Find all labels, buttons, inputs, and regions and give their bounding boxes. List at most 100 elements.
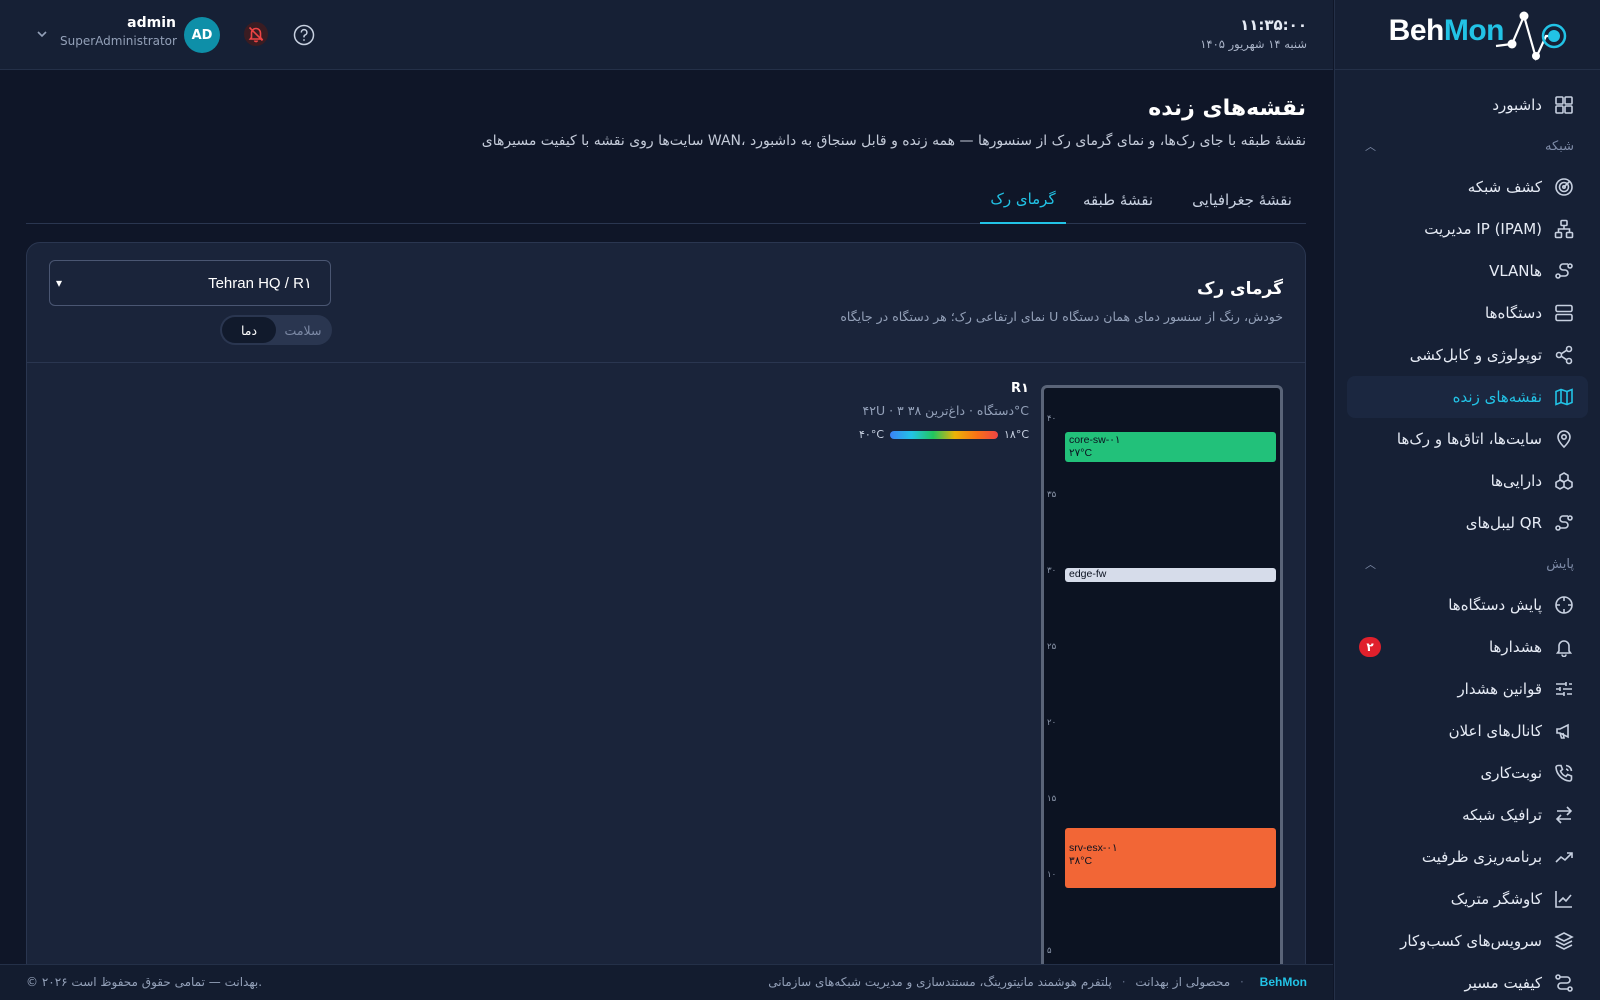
legend-max: ۴۰°C <box>859 428 884 441</box>
device-name: core-sw-۰۱ <box>1069 434 1121 446</box>
topbar: ۱۱:۳۵:۰۰ شنبه ۱۴ شهریور ۱۴۰۵ admin Super… <box>0 0 1333 70</box>
sidebar-item-label: داشبورد <box>1492 96 1542 114</box>
sidebar-item-label: کیفیت مسیر <box>1464 974 1543 992</box>
chevron-up-icon: ︿ <box>1365 140 1376 153</box>
radar-icon <box>1554 177 1574 197</box>
sidebar-item-devices[interactable]: دستگاه‌ها <box>1347 292 1588 334</box>
sidebar-item-label: توپولوژی و کابل‌کشی <box>1409 346 1542 364</box>
rack-select-value: Tehran HQ / R۱ <box>208 275 312 292</box>
user-menu[interactable]: admin SuperAdministrator <box>60 15 177 48</box>
mode-temperature[interactable]: دما <box>222 317 276 343</box>
sidebar-item-capacity-planning[interactable]: برنامه‌ریزی ظرفیت <box>1347 836 1588 878</box>
route-quality-icon <box>1554 973 1574 993</box>
sidebar-item-qr-labels[interactable]: لیبل‌های QR <box>1347 502 1588 544</box>
phone-icon <box>1554 763 1574 783</box>
card-header: گرمای رک نمای ارتفاعی رک؛ هر دستگاه در ج… <box>27 243 1305 363</box>
rack-heat-card: گرمای رک نمای ارتفاعی رک؛ هر دستگاه در ج… <box>26 242 1306 1000</box>
tabs: نقشهٔ جغرافیایی نقشهٔ طبقه گرمای رک <box>26 176 1306 224</box>
rack-select[interactable]: ▾ Tehran HQ / R۱ <box>49 260 331 306</box>
device-name: srv-esx-۰۱ <box>1069 842 1118 854</box>
sidebar-item-label: دستگاه‌ها <box>1485 304 1542 322</box>
sidebar-item-business-services[interactable]: سرویس‌های کسب‌وکار <box>1347 920 1588 962</box>
sidebar-item-on-call[interactable]: نوبت‌کاری <box>1347 752 1588 794</box>
footer: محصولی از بهدانت · پلتفرم هوشمند مانیتور… <box>0 964 1333 1000</box>
layers-icon <box>1554 931 1574 951</box>
sidebar-item-device-monitoring[interactable]: پایش دستگاه‌ها <box>1347 584 1588 626</box>
sidebar-item-ipam[interactable]: مدیریت IP (IPAM) <box>1347 208 1588 250</box>
sliders-icon <box>1554 679 1574 699</box>
route-icon <box>1554 513 1574 533</box>
card-title: گرمای رک <box>1196 279 1283 299</box>
device-name: edge-fw <box>1069 568 1107 580</box>
sidebar-item-vlans[interactable]: VLANها <box>1347 250 1588 292</box>
sidebar-item-label: کاوشگر متریک <box>1450 890 1542 908</box>
sidebar-section-network[interactable]: ︿ شبکه <box>1347 126 1588 166</box>
help-icon[interactable] <box>293 24 315 46</box>
brand[interactable]: BehMon <box>1335 0 1600 70</box>
rack-device[interactable]: srv-esx-۰۱ ۳۸°C <box>1065 828 1276 888</box>
map-icon <box>1554 387 1574 407</box>
sidebar-item-path-quality[interactable]: کیفیت مسیر <box>1347 962 1588 1000</box>
sidebar-item-label: دارایی‌ها <box>1490 472 1542 490</box>
sidebar-item-assets[interactable]: دارایی‌ها <box>1347 460 1588 502</box>
footer-tagline-text: پلتفرم هوشمند مانیتورینگ، مستندسازی و مد… <box>768 975 1112 989</box>
sidebar-item-metric-explorer[interactable]: کاوشگر متریک <box>1347 878 1588 920</box>
trend-icon <box>1554 847 1574 867</box>
u-label: ۲۵ <box>1047 642 1057 652</box>
tab-rack-heat[interactable]: گرمای رک <box>980 176 1066 224</box>
rack-device[interactable]: core-sw-۰۱ ۲۷°C <box>1065 432 1276 462</box>
sidebar-item-alerts[interactable]: ۲ هشدارها <box>1347 626 1588 668</box>
user-name: admin <box>127 15 176 31</box>
sidebar-section-monitoring[interactable]: ︿ پایش <box>1347 544 1588 584</box>
tab-floor-plan[interactable]: نقشهٔ طبقه <box>1068 176 1168 224</box>
sidebar-item-label: برنامه‌ریزی ظرفیت <box>1421 848 1542 866</box>
sidebar-item-network-traffic[interactable]: ترافیک شبکه <box>1347 794 1588 836</box>
sidebar-item-dashboard[interactable]: داشبورد <box>1347 84 1588 126</box>
user-role: SuperAdministrator <box>60 34 177 48</box>
sidebar-item-label: لیبل‌های QR <box>1465 514 1542 532</box>
sidebar-item-topology[interactable]: توپولوژی و کابل‌کشی <box>1347 334 1588 376</box>
megaphone-icon <box>1554 721 1574 741</box>
sidebar-item-label: نقشه‌های زنده <box>1452 388 1542 406</box>
u-label: ۱۰ <box>1047 870 1057 880</box>
sidebar-item-label: سایت‌ها، اتاق‌ها و رک‌ها <box>1396 430 1542 448</box>
sidebar-item-alert-rules[interactable]: قوانین هشدار <box>1347 668 1588 710</box>
clock-date: شنبه ۱۴ شهریور ۱۴۰۵ <box>1200 37 1307 51</box>
sidebar-nav: داشبورد ︿ شبکه کشف شبکه مدیریت IP (IPAM)… <box>1347 84 1588 1000</box>
u-label: ۴۰ <box>1047 414 1057 424</box>
sidebar-item-label: مدیریت IP (IPAM) <box>1424 220 1542 238</box>
sidebar-item-sites[interactable]: سایت‌ها، اتاق‌ها و رک‌ها <box>1347 418 1588 460</box>
rack-name: R۱ <box>1011 381 1029 396</box>
rack-device[interactable]: edge-fw <box>1065 568 1276 582</box>
sidebar-item-label: سرویس‌های کسب‌وکار <box>1400 932 1542 950</box>
network-tree-icon <box>1554 219 1574 239</box>
footer-tagline: محصولی از بهدانت · پلتفرم هوشمند مانیتور… <box>768 975 1307 989</box>
footer-product-of: محصولی از بهدانت <box>1135 975 1231 989</box>
sidebar-item-label: قوانین هشدار <box>1457 680 1542 698</box>
rack-elevation: ۴۰ ۳۵ ۳۰ ۲۵ ۲۰ ۱۵ ۱۰ ۵ core-sw-۰۱ ۲۷°C e… <box>1041 385 1283 1000</box>
sidebar-item-label: پایش دستگاه‌ها <box>1448 596 1542 614</box>
sidebar-item-discovery[interactable]: کشف شبکه <box>1347 166 1588 208</box>
u-label: ۱۵ <box>1047 794 1057 804</box>
sidebar-item-notification-channels[interactable]: کانال‌های اعلان <box>1347 710 1588 752</box>
sidebar: BehMon داشبورد ︿ شبکه کشف شبکه مدیریت IP… <box>1334 0 1600 1000</box>
sidebar-section-label: شبکه <box>1545 138 1574 154</box>
avatar[interactable]: AD <box>184 17 220 53</box>
u-label: ۳۰ <box>1047 566 1057 576</box>
tab-geo-map[interactable]: نقشهٔ جغرافیایی <box>1178 176 1306 224</box>
sidebar-item-label: نوبت‌کاری <box>1480 764 1542 782</box>
bell-icon <box>1554 637 1574 658</box>
share-icon <box>1554 345 1574 365</box>
bell-off-icon[interactable] <box>243 21 269 47</box>
legend-gradient <box>890 430 998 439</box>
clock-time: ۱۱:۳۵:۰۰ <box>1240 16 1307 34</box>
dashboard-icon <box>1554 95 1574 115</box>
legend-min: ۱۸°C <box>1004 428 1029 441</box>
mode-health[interactable]: سلامت <box>276 317 330 343</box>
sidebar-section-label: پایش <box>1546 556 1574 572</box>
footer-brand[interactable]: BehMon <box>1260 975 1307 989</box>
chevron-down-icon[interactable] <box>34 26 50 42</box>
rack-meta: ۴۲U · ۳ دستگاه · داغ‌ترین ۳۸°C <box>862 403 1029 418</box>
sidebar-item-label: هشدارها <box>1488 638 1542 656</box>
sidebar-item-live-maps[interactable]: نقشه‌های زنده <box>1347 376 1588 418</box>
